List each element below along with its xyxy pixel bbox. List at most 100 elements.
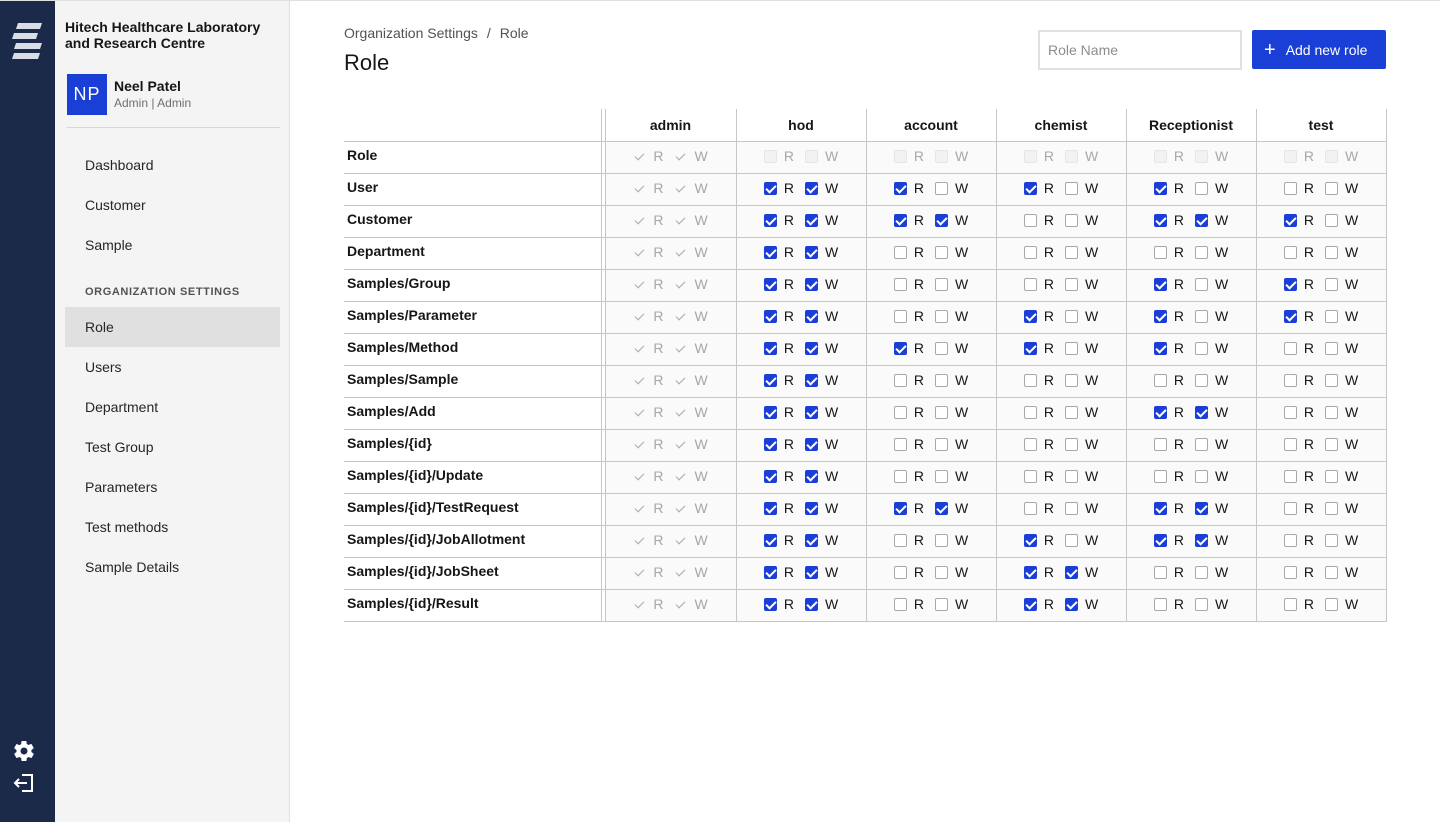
read-checkbox[interactable] [1283, 469, 1297, 483]
read-checkbox[interactable] [893, 309, 907, 323]
read-checkbox[interactable] [893, 341, 907, 355]
read-checkbox[interactable] [893, 405, 907, 419]
read-checkbox[interactable] [763, 181, 777, 195]
write-checkbox[interactable] [1324, 309, 1338, 323]
read-checkbox[interactable] [893, 469, 907, 483]
read-checkbox[interactable] [1153, 565, 1167, 579]
sidebar-item-parameters[interactable]: Parameters [65, 467, 280, 507]
read-checkbox[interactable] [893, 181, 907, 195]
write-checkbox[interactable] [1194, 245, 1208, 259]
read-checkbox[interactable] [1023, 181, 1037, 195]
read-checkbox[interactable] [1153, 437, 1167, 451]
read-checkbox[interactable] [1283, 277, 1297, 291]
read-checkbox[interactable] [1023, 341, 1037, 355]
read-checkbox[interactable] [893, 597, 907, 611]
write-checkbox[interactable] [804, 437, 818, 451]
read-checkbox[interactable] [763, 437, 777, 451]
write-checkbox[interactable] [1064, 309, 1078, 323]
read-checkbox[interactable] [1023, 373, 1037, 387]
read-checkbox[interactable] [893, 213, 907, 227]
write-checkbox[interactable] [804, 245, 818, 259]
sidebar-item-sample[interactable]: Sample [65, 225, 280, 265]
read-checkbox[interactable] [1023, 405, 1037, 419]
logout-icon[interactable] [12, 771, 36, 795]
read-checkbox[interactable] [1023, 309, 1037, 323]
sidebar-item-department[interactable]: Department [65, 387, 280, 427]
role-name-input[interactable] [1038, 30, 1242, 70]
read-checkbox[interactable] [1153, 341, 1167, 355]
write-checkbox[interactable] [1064, 437, 1078, 451]
read-checkbox[interactable] [763, 533, 777, 547]
add-new-role-button[interactable]: + Add new role [1252, 30, 1386, 69]
read-checkbox[interactable] [763, 309, 777, 323]
write-checkbox[interactable] [804, 565, 818, 579]
write-checkbox[interactable] [934, 437, 948, 451]
write-checkbox[interactable] [1064, 597, 1078, 611]
write-checkbox[interactable] [1064, 245, 1078, 259]
write-checkbox[interactable] [1194, 597, 1208, 611]
read-checkbox[interactable] [1023, 501, 1037, 515]
read-checkbox[interactable] [893, 501, 907, 515]
write-checkbox[interactable] [804, 501, 818, 515]
write-checkbox[interactable] [1194, 533, 1208, 547]
read-checkbox[interactable] [763, 373, 777, 387]
write-checkbox[interactable] [1194, 501, 1208, 515]
read-checkbox[interactable] [763, 213, 777, 227]
write-checkbox[interactable] [1064, 405, 1078, 419]
read-checkbox[interactable] [1283, 501, 1297, 515]
write-checkbox[interactable] [804, 213, 818, 227]
read-checkbox[interactable] [1153, 373, 1167, 387]
write-checkbox[interactable] [1324, 277, 1338, 291]
read-checkbox[interactable] [763, 405, 777, 419]
write-checkbox[interactable] [934, 277, 948, 291]
read-checkbox[interactable] [1023, 533, 1037, 547]
app-logo[interactable] [12, 21, 44, 63]
write-checkbox[interactable] [1064, 341, 1078, 355]
write-checkbox[interactable] [1324, 597, 1338, 611]
read-checkbox[interactable] [763, 277, 777, 291]
write-checkbox[interactable] [1324, 245, 1338, 259]
read-checkbox[interactable] [1283, 597, 1297, 611]
read-checkbox[interactable] [1023, 565, 1037, 579]
read-checkbox[interactable] [1283, 309, 1297, 323]
write-checkbox[interactable] [804, 309, 818, 323]
read-checkbox[interactable] [1153, 309, 1167, 323]
write-checkbox[interactable] [934, 533, 948, 547]
write-checkbox[interactable] [1064, 373, 1078, 387]
sidebar-item-role[interactable]: Role [65, 307, 280, 347]
read-checkbox[interactable] [763, 245, 777, 259]
read-checkbox[interactable] [1153, 469, 1167, 483]
write-checkbox[interactable] [1064, 181, 1078, 195]
write-checkbox[interactable] [1324, 437, 1338, 451]
write-checkbox[interactable] [934, 213, 948, 227]
write-checkbox[interactable] [1194, 373, 1208, 387]
read-checkbox[interactable] [763, 501, 777, 515]
read-checkbox[interactable] [1153, 181, 1167, 195]
write-checkbox[interactable] [934, 469, 948, 483]
sidebar-item-dashboard[interactable]: Dashboard [65, 145, 280, 185]
write-checkbox[interactable] [1324, 405, 1338, 419]
read-checkbox[interactable] [1153, 597, 1167, 611]
write-checkbox[interactable] [804, 341, 818, 355]
read-checkbox[interactable] [1283, 245, 1297, 259]
write-checkbox[interactable] [1194, 213, 1208, 227]
write-checkbox[interactable] [934, 341, 948, 355]
gear-icon[interactable] [12, 739, 36, 763]
write-checkbox[interactable] [804, 469, 818, 483]
sidebar-item-test-group[interactable]: Test Group [65, 427, 280, 467]
read-checkbox[interactable] [1283, 533, 1297, 547]
write-checkbox[interactable] [804, 373, 818, 387]
read-checkbox[interactable] [1023, 277, 1037, 291]
write-checkbox[interactable] [1324, 501, 1338, 515]
read-checkbox[interactable] [1023, 245, 1037, 259]
write-checkbox[interactable] [934, 373, 948, 387]
user-card[interactable]: NP Neel Patel Admin | Admin [67, 74, 280, 128]
read-checkbox[interactable] [763, 597, 777, 611]
write-checkbox[interactable] [1064, 213, 1078, 227]
write-checkbox[interactable] [934, 245, 948, 259]
read-checkbox[interactable] [1153, 501, 1167, 515]
write-checkbox[interactable] [1324, 341, 1338, 355]
write-checkbox[interactable] [934, 565, 948, 579]
read-checkbox[interactable] [1283, 341, 1297, 355]
write-checkbox[interactable] [1324, 213, 1338, 227]
